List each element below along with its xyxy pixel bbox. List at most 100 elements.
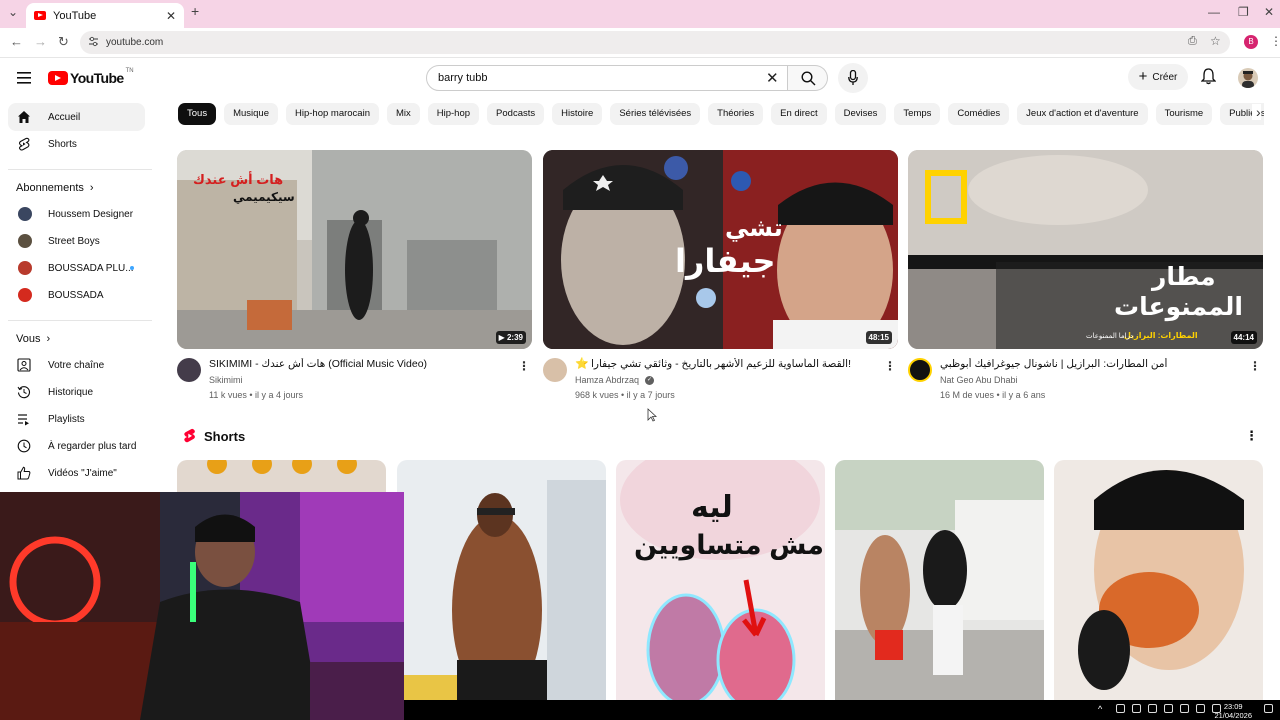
sidebar-item-watch-later[interactable]: À regarder plus tard	[8, 432, 145, 460]
account-avatar[interactable]	[1238, 68, 1258, 88]
more-actions-icon[interactable]: ⋮	[518, 359, 530, 373]
search-input[interactable]: barry tubb	[426, 65, 788, 91]
sidebar-divider	[8, 169, 152, 170]
channel-avatar[interactable]	[908, 358, 932, 382]
short-card[interactable]	[835, 460, 1044, 700]
sidebar-item-your-channel[interactable]: Votre chaîne	[8, 351, 145, 379]
chevron-right-icon[interactable]: ›	[1252, 104, 1261, 120]
site-settings-icon[interactable]	[88, 36, 99, 47]
notifications-bell-icon[interactable]	[1200, 68, 1217, 90]
tray-app-icon[interactable]	[1180, 704, 1189, 713]
tray-app-icon[interactable]	[1116, 704, 1125, 713]
sidebar-item-liked-videos[interactable]: Vidéos "J'aime"	[8, 459, 145, 487]
tab-search-icon[interactable]: ⌄	[8, 5, 18, 19]
shorts-duration-icon: ▶	[498, 333, 507, 342]
tray-overflow-icon[interactable]: ^	[1098, 704, 1102, 714]
subscription-boussada-plus[interactable]: BOUSSADA PLU...	[8, 254, 145, 282]
chip-history[interactable]: Histoire	[552, 103, 603, 125]
tray-app-icon[interactable]	[1132, 704, 1141, 713]
browser-tab[interactable]: YouTube ✕	[26, 3, 184, 28]
chip-time[interactable]: Temps	[894, 103, 941, 125]
channel-avatar	[18, 261, 32, 275]
sidebar-item-shorts[interactable]: Shorts	[8, 130, 145, 158]
video-title[interactable]: SIKIMIMI - هات أش عندك (Official Music V…	[209, 358, 509, 370]
back-icon[interactable]: ←	[10, 34, 23, 49]
shorts-section-header: Shorts	[183, 428, 245, 444]
sidebar-item-history[interactable]: Historique	[8, 378, 145, 406]
install-app-icon[interactable]: ⎙	[1188, 35, 1197, 48]
youtube-logo[interactable]: YouTube TN	[48, 68, 134, 86]
system-clock[interactable]: 23:09 21/04/2026	[1214, 702, 1252, 720]
chip-podcasts[interactable]: Podcasts	[487, 103, 545, 125]
sidebar-item-playlists[interactable]: Playlists	[8, 405, 145, 433]
close-tab-icon[interactable]: ✕	[166, 9, 176, 23]
maximize-icon[interactable]: ❐	[1238, 5, 1249, 19]
forward-icon[interactable]: →	[34, 34, 47, 49]
url-field[interactable]: youtube.com ⎙ ☆	[80, 31, 1230, 54]
subscriptions-header[interactable]: Abonnements ›	[16, 182, 94, 194]
search-button[interactable]	[788, 65, 828, 91]
chip-moroccan-hiphop[interactable]: Hip-hop marocain	[286, 103, 379, 125]
microphone-tray-icon[interactable]	[1164, 704, 1173, 713]
chip-comedies[interactable]: Comédies	[948, 103, 1010, 125]
channel-name[interactable]: Hamza Abdrzaq	[575, 375, 639, 385]
more-actions-icon[interactable]: ⋮	[1249, 359, 1261, 373]
video-title[interactable]: القصة المأساوية للزعيم الأشهر بالتاريخ -…	[591, 358, 881, 370]
menu-icon[interactable]	[17, 71, 31, 89]
shorts-more-actions-icon[interactable]: ⋮	[1245, 428, 1258, 444]
reload-icon[interactable]: ↻	[58, 34, 69, 50]
sidebar-item-home[interactable]: Accueil	[8, 103, 145, 131]
channel-icon	[17, 358, 31, 372]
notification-center-icon[interactable]	[1264, 704, 1273, 713]
channel-avatar	[18, 234, 32, 248]
profile-avatar[interactable]: B	[1244, 35, 1258, 49]
filter-chips-bar: Tous Musique Hip-hop marocain Mix Hip-hop Pod…	[178, 103, 1264, 125]
chip-live[interactable]: En direct	[771, 103, 827, 125]
plus-icon: +	[1138, 68, 1148, 85]
channel-name[interactable]: Nat Geo Abu Dhabi	[940, 375, 1018, 385]
subscription-street-boys[interactable]: Street Boys	[8, 227, 145, 255]
chip-all[interactable]: Tous	[178, 103, 217, 125]
subscription-boussada[interactable]: BOUSSADA	[8, 281, 145, 309]
windows-taskbar: ^ 23:09 21/04/2026	[404, 700, 1280, 720]
chip-mix[interactable]: Mix	[386, 103, 420, 125]
more-actions-icon[interactable]: ⋮	[884, 359, 896, 373]
bookmark-star-icon[interactable]: ☆	[1210, 34, 1221, 48]
short-card[interactable]: ليه مش متساويين	[616, 460, 825, 700]
chip-hiphop[interactable]: Hip-hop	[427, 103, 480, 125]
short-card[interactable]	[397, 460, 606, 700]
new-tab-icon[interactable]: +	[191, 3, 199, 19]
chip-music[interactable]: Musique	[224, 103, 278, 125]
microphone-icon	[848, 70, 858, 85]
voice-search-button[interactable]	[838, 63, 868, 93]
chip-action-adventure-games[interactable]: Jeux d'action et d'aventure	[1017, 103, 1148, 125]
network-icon[interactable]	[1196, 704, 1205, 713]
video-thumbnail[interactable]: مطار الممنوعات المطارات: البرازيل دراما …	[908, 150, 1263, 349]
channel-avatar[interactable]	[543, 358, 567, 382]
video-thumbnail[interactable]: تشي جيفارا 48:15	[543, 150, 898, 349]
playlist-icon	[18, 414, 29, 426]
minimize-icon[interactable]: —	[1208, 5, 1220, 19]
video-title[interactable]: أمن المطارات: البرازيل | ناشونال جيوغراف…	[940, 358, 1240, 370]
verified-badge-icon: ✓	[645, 376, 654, 385]
browser-menu-icon[interactable]: ⋮	[1270, 34, 1280, 48]
video-meta: 968 k vues • il y a 7 jours	[575, 390, 675, 400]
subscription-houssem-designer[interactable]: Houssem Designer	[8, 200, 145, 228]
chip-tourism[interactable]: Tourisme	[1155, 103, 1213, 125]
chip-currencies[interactable]: Devises	[834, 103, 887, 125]
you-header[interactable]: Vous ›	[16, 333, 50, 345]
video-meta: 16 M de vues • il y a 6 ans	[940, 390, 1046, 400]
video-details: ⭐ القصة المأساوية للزعيم الأشهر بالتاريخ…	[543, 356, 898, 406]
chip-theories[interactable]: Théories	[708, 103, 764, 125]
channel-name[interactable]: Sikimimi	[209, 375, 243, 385]
close-window-icon[interactable]: ✕	[1264, 5, 1274, 19]
video-duration: ▶ 2:39	[495, 331, 526, 344]
tray-app-icon[interactable]	[1148, 704, 1157, 713]
short-card[interactable]	[1054, 460, 1263, 700]
video-details: أمن المطارات: البرازيل | ناشونال جيوغراف…	[908, 356, 1263, 406]
channel-avatar[interactable]	[177, 358, 201, 382]
video-thumbnail[interactable]: هات أش عندك سيكيميمي ▶ 2:39	[177, 150, 532, 349]
create-button[interactable]: + Créer	[1128, 64, 1188, 90]
chip-tv-series[interactable]: Séries télévisées	[610, 103, 701, 125]
clear-search-icon[interactable]: ✕	[766, 69, 779, 87]
